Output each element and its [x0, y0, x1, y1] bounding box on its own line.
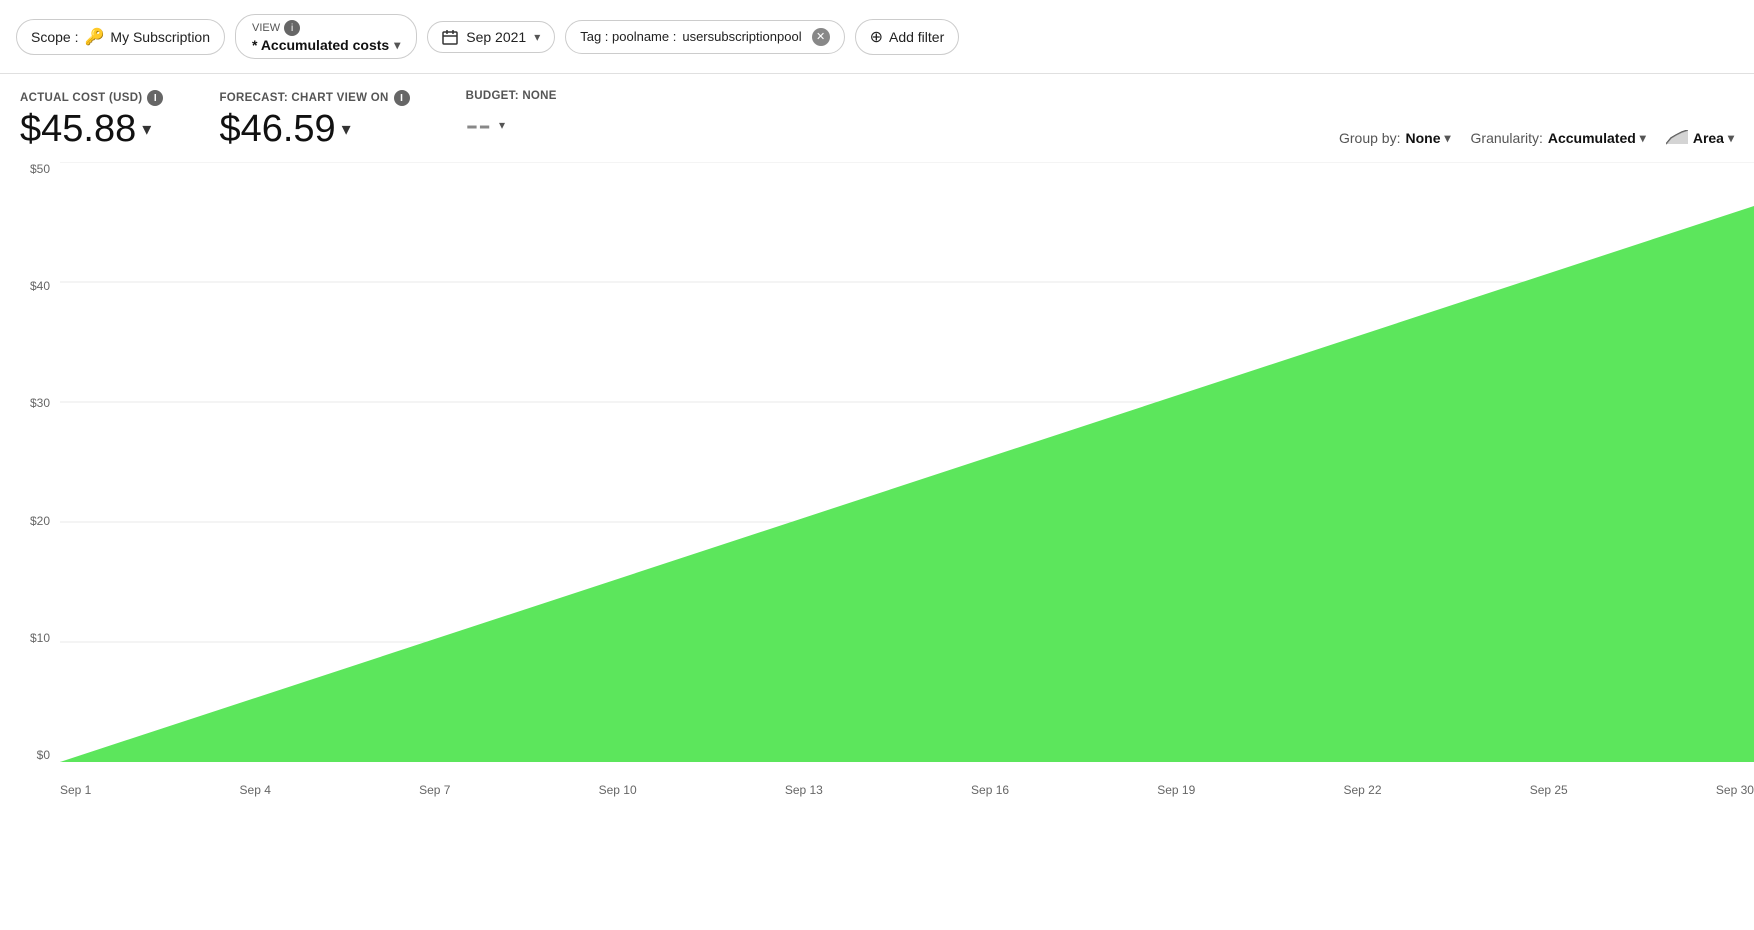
- actual-cost-label: ACTUAL COST (USD) i: [20, 90, 163, 106]
- x-label-sep22: Sep 22: [1343, 783, 1381, 797]
- group-by-label: Group by:: [1339, 130, 1400, 146]
- chart-svg-container: [60, 162, 1754, 762]
- date-button[interactable]: Sep 2021 ▾: [427, 21, 555, 53]
- view-value-text: * Accumulated costs ▾: [252, 37, 400, 53]
- budget-value[interactable]: -- ▾: [466, 106, 557, 144]
- view-info-icon: i: [284, 20, 300, 36]
- actual-cost-block: ACTUAL COST (USD) i $45.88 ▾: [20, 90, 163, 148]
- view-label-wrapper: VIEW i: [252, 20, 300, 36]
- forecast-value[interactable]: $46.59 ▾: [219, 110, 409, 148]
- calendar-icon: [442, 29, 458, 45]
- add-filter-icon: ⊕: [870, 27, 883, 47]
- x-label-sep7: Sep 7: [419, 783, 450, 797]
- chart-type-control: Area ▾: [1666, 130, 1734, 146]
- forecast-block: FORECAST: CHART VIEW ON i $46.59 ▾: [219, 90, 409, 148]
- add-filter-button[interactable]: ⊕ Add filter: [855, 19, 960, 55]
- granularity-control: Granularity: Accumulated ▾: [1471, 130, 1646, 146]
- group-by-chevron-icon: ▾: [1444, 131, 1450, 145]
- y-axis: $50 $40 $30 $20 $10 $0: [0, 162, 60, 762]
- x-axis: Sep 1 Sep 4 Sep 7 Sep 10 Sep 13 Sep 16 S…: [60, 783, 1754, 797]
- actual-cost-value[interactable]: $45.88 ▾: [20, 110, 163, 148]
- budget-label: BUDGET: NONE: [466, 90, 557, 102]
- x-label-sep10: Sep 10: [599, 783, 637, 797]
- x-label-sep1: Sep 1: [60, 783, 91, 797]
- date-chevron-icon: ▾: [534, 30, 540, 44]
- forecast-info-icon: i: [394, 90, 410, 106]
- metrics-section: ACTUAL COST (USD) i $45.88 ▾ FORECAST: C…: [20, 90, 557, 148]
- forecast-chevron-icon: ▾: [342, 120, 351, 138]
- scope-prefix: Scope :: [31, 29, 78, 45]
- granularity-select[interactable]: Accumulated ▾: [1548, 130, 1646, 146]
- area-chart-icon: [1666, 130, 1688, 146]
- toolbar: Scope : 🔑 My Subscription VIEW i * Accum…: [0, 0, 1754, 74]
- chart-type-select[interactable]: Area ▾: [1693, 130, 1734, 146]
- scope-button[interactable]: Scope : 🔑 My Subscription: [16, 19, 225, 55]
- group-by-select[interactable]: None ▾: [1405, 130, 1450, 146]
- view-button[interactable]: VIEW i * Accumulated costs ▾: [235, 14, 417, 59]
- granularity-chevron-icon: ▾: [1640, 131, 1646, 145]
- scope-name: My Subscription: [110, 29, 210, 45]
- budget-block: BUDGET: NONE -- ▾: [466, 90, 557, 144]
- x-label-sep16: Sep 16: [971, 783, 1009, 797]
- x-label-sep13: Sep 13: [785, 783, 823, 797]
- forecast-label: FORECAST: CHART VIEW ON i: [219, 90, 409, 106]
- add-filter-label: Add filter: [889, 29, 944, 45]
- area-chart-polygon: [60, 206, 1754, 762]
- tag-filter-button[interactable]: Tag : poolname : usersubscriptionpool ✕: [565, 20, 844, 54]
- chart-type-chevron-icon: ▾: [1728, 131, 1734, 145]
- tag-value: usersubscriptionpool: [682, 29, 801, 44]
- view-chevron-icon: ▾: [394, 38, 400, 52]
- y-label-10: $10: [30, 631, 50, 645]
- actual-cost-chevron-icon: ▾: [142, 120, 151, 138]
- view-label-text: VIEW: [252, 22, 280, 34]
- y-label-40: $40: [30, 279, 50, 293]
- x-label-sep25: Sep 25: [1530, 783, 1568, 797]
- tag-close-icon[interactable]: ✕: [812, 28, 830, 46]
- budget-chevron-icon: ▾: [499, 119, 505, 131]
- x-label-sep30: Sep 30: [1716, 783, 1754, 797]
- granularity-label: Granularity:: [1471, 130, 1543, 146]
- y-label-30: $30: [30, 396, 50, 410]
- x-label-sep19: Sep 19: [1157, 783, 1195, 797]
- date-value: Sep 2021: [466, 29, 526, 45]
- chart-controls: Group by: None ▾ Granularity: Accumulate…: [1339, 130, 1734, 146]
- actual-cost-info-icon: i: [147, 90, 163, 106]
- y-label-50: $50: [30, 162, 50, 176]
- group-by-control: Group by: None ▾: [1339, 130, 1451, 146]
- chart-area: $50 $40 $30 $20 $10 $0 Sep 1 Sep 4 Sep 7…: [0, 152, 1754, 802]
- tag-prefix: Tag : poolname :: [580, 29, 676, 44]
- chart-svg: [60, 162, 1754, 762]
- key-icon: 🔑: [84, 27, 104, 47]
- y-label-20: $20: [30, 514, 50, 528]
- x-label-sep4: Sep 4: [240, 783, 271, 797]
- y-label-0: $0: [37, 748, 50, 762]
